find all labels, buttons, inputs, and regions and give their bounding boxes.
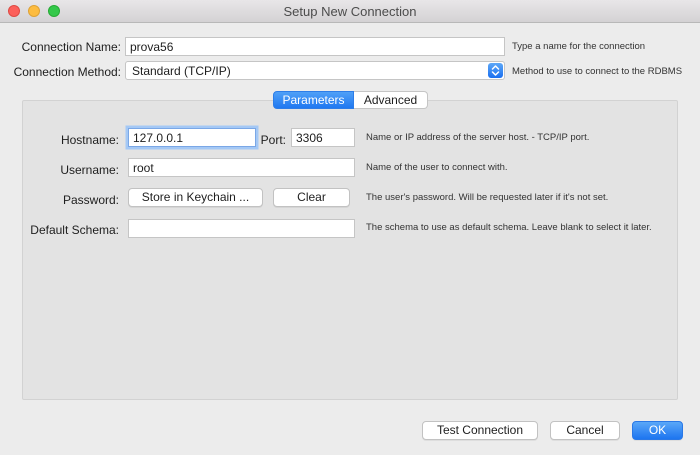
default-schema-input[interactable] — [128, 219, 355, 238]
store-in-keychain-button[interactable]: Store in Keychain ... — [128, 188, 263, 207]
hostname-input[interactable]: 127.0.0.1 — [128, 128, 256, 147]
window-title: Setup New Connection — [283, 4, 417, 19]
connection-name-label: Connection Name: — [21, 40, 121, 54]
connection-name-hint: Type a name for the connection — [512, 41, 646, 52]
default-schema-hint: The schema to use as default schema. Lea… — [366, 222, 652, 233]
clear-password-button[interactable]: Clear — [273, 188, 350, 207]
port-input[interactable]: 3306 — [291, 128, 355, 147]
tab-parameters[interactable]: Parameters — [273, 91, 354, 109]
password-label: Password: — [62, 193, 119, 207]
hostname-label: Hostname: — [60, 133, 119, 147]
setup-connection-window: Setup New Connection Connection Name: pr… — [0, 0, 700, 455]
connection-method-value: Standard (TCP/IP) — [132, 64, 231, 78]
title-bar: Setup New Connection — [0, 0, 700, 23]
port-label: Port: — [260, 133, 286, 147]
connection-method-select[interactable]: Standard (TCP/IP) — [125, 61, 505, 80]
ok-button[interactable]: OK — [632, 421, 683, 440]
cancel-button[interactable]: Cancel — [550, 421, 620, 440]
username-hint: Name of the user to connect with. — [366, 162, 508, 173]
test-connection-button[interactable]: Test Connection — [422, 421, 538, 440]
default-schema-label: Default Schema: — [30, 223, 119, 237]
connection-method-label: Connection Method: — [13, 65, 121, 79]
tab-advanced[interactable]: Advanced — [354, 91, 428, 109]
password-hint: The user's password. Will be requested l… — [366, 192, 609, 203]
username-input[interactable]: root — [128, 158, 355, 177]
connection-method-hint: Method to use to connect to the RDBMS — [512, 66, 683, 77]
chevron-updown-icon — [488, 63, 503, 78]
connection-name-input[interactable]: prova56 — [125, 37, 505, 56]
username-label: Username: — [60, 163, 119, 177]
hostname-hint: Name or IP address of the server host. -… — [366, 132, 590, 143]
